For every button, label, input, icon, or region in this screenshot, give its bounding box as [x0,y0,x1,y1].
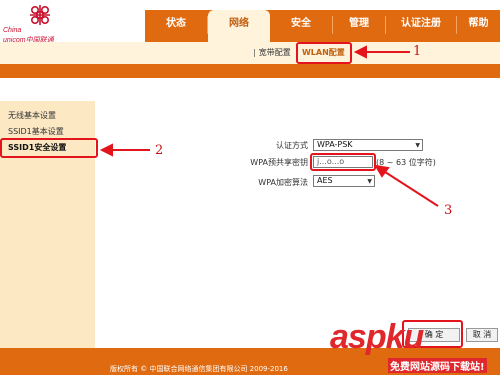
annotation-box-3 [310,153,376,171]
china-unicom-logo: China unicom中国联通 [3,4,75,44]
sub-nav-separator: | [253,48,256,57]
tab-status[interactable]: 状态 [145,10,207,42]
aspku-watermark: aspku 免费网站源码下载站! [330,318,500,375]
tab-help[interactable]: 帮助 [457,10,500,42]
menu-item-wireless-basic[interactable]: 无线基本设置 [8,110,56,121]
encryption-label: WPA加密算法 [258,178,308,187]
menu-item-ssid1-basic[interactable]: SSID1基本设置 [8,126,64,137]
auth-method-label: 认证方式 [276,141,308,150]
orange-band [0,64,500,78]
encryption-select[interactable]: AES ▼ [313,175,375,187]
psk-hint: (8 ~ 63 位字符) [376,158,436,167]
tab-auth-register[interactable]: 认证注册 [386,10,456,42]
logo-text-china: China [3,27,22,34]
tab-security[interactable]: 安全 [270,10,332,42]
annotation-box-1 [296,42,352,64]
annotation-box-2 [0,138,98,158]
auth-method-value: WPA-PSK [317,140,353,149]
annotation-number-1: 1 [413,44,422,59]
sub-nav: | 宽带配置 | WLAN配置 [0,42,500,64]
watermark-logo-text: aspku [330,318,424,356]
dropdown-arrow-icon: ▼ [415,142,420,149]
tab-management[interactable]: 管理 [333,10,385,42]
footer-copyright: 版权所有 © 中国联合网络通信集团有限公司 2009-2016 [110,365,288,373]
encryption-value: AES [317,176,333,185]
tab-network[interactable]: 网络 [208,10,270,43]
content-spacer [0,78,500,101]
dropdown-arrow-icon: ▼ [367,178,372,185]
annotation-number-3: 3 [444,203,453,218]
sub-nav-broadband-config[interactable]: 宽带配置 [259,48,291,57]
annotation-number-2: 2 [155,143,164,158]
main-nav-tabs: 状态 网络 安全 管理 认证注册 帮助 [145,10,500,43]
watermark-tagline: 免费网站源码下载站! [388,358,487,373]
psk-label: WPA预共享密钥 [250,158,308,167]
unicom-knot-icon [30,5,50,25]
auth-method-select[interactable]: WPA-PSK ▼ [313,139,423,151]
